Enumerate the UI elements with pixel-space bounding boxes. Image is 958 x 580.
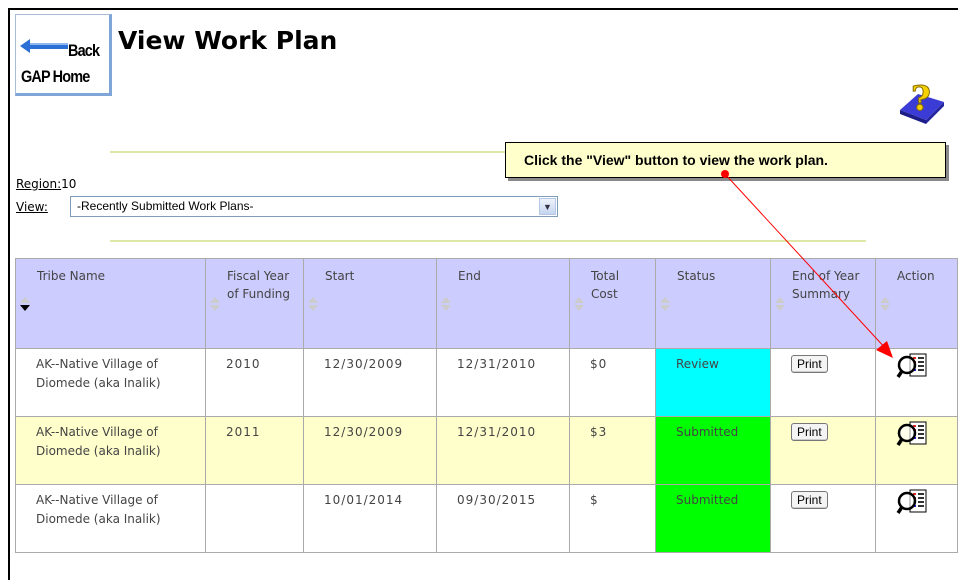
cell-fiscal-year: [205, 484, 304, 553]
cell-end-date: 09/30/2015: [436, 484, 570, 553]
column-tribe-name[interactable]: Tribe Name: [15, 258, 206, 349]
back-gap-home-button[interactable]: Back GAP Home: [15, 14, 112, 96]
svg-text:?: ?: [911, 80, 931, 119]
region-display: Region:10: [16, 177, 76, 191]
column-action[interactable]: Action: [875, 258, 958, 349]
gap-home-label: GAP Home: [21, 67, 90, 86]
column-fiscal-year[interactable]: Fiscal Year of Funding: [205, 258, 304, 349]
page-title: View Work Plan: [118, 26, 338, 55]
column-status[interactable]: Status: [655, 258, 771, 349]
column-end-of-year-summary[interactable]: End of Year Summary: [770, 258, 876, 349]
view-magnifier-icon[interactable]: [896, 421, 928, 449]
sort-icon[interactable]: [441, 297, 451, 311]
view-magnifier-icon[interactable]: [896, 353, 928, 381]
table-row: AK--Native Village of Diomede (aka Inali…: [15, 484, 958, 553]
region-value: 10: [61, 177, 77, 191]
cell-start-date: 12/30/2009: [303, 348, 437, 417]
cell-total-cost: $0: [569, 348, 656, 417]
print-button[interactable]: Print: [791, 491, 828, 509]
status-badge: Submitted: [655, 416, 771, 485]
cell-action: [875, 416, 958, 485]
back-arrow-icon: [20, 39, 68, 53]
cell-fiscal-year: 2010: [205, 348, 304, 417]
chevron-down-icon[interactable]: ▼: [539, 198, 556, 215]
instruction-callout: Click the "View" button to view the work…: [505, 142, 946, 178]
sort-icon[interactable]: [574, 297, 584, 311]
sort-icon[interactable]: [880, 297, 890, 311]
print-button[interactable]: Print: [791, 355, 828, 373]
cell-action: [875, 484, 958, 553]
cell-summary: Print: [770, 416, 876, 485]
sort-icon[interactable]: [20, 297, 30, 311]
column-end[interactable]: End: [436, 258, 570, 349]
column-total-cost[interactable]: Total Cost: [569, 258, 656, 349]
cell-start-date: 10/01/2014: [303, 484, 437, 553]
view-label[interactable]: View:: [16, 200, 48, 214]
table-header-row: Tribe Name Fiscal Year of Funding Start …: [15, 258, 958, 349]
view-dropdown-value: -Recently Submitted Work Plans-: [77, 199, 254, 213]
cell-tribe-name: AK--Native Village of Diomede (aka Inali…: [15, 416, 206, 485]
cell-end-date: 12/31/2010: [436, 348, 570, 417]
divider-bottom: [110, 240, 866, 242]
back-label: Back: [68, 41, 100, 60]
status-badge: Submitted: [655, 484, 771, 553]
cell-action: [875, 348, 958, 417]
cell-summary: Print: [770, 348, 876, 417]
column-start[interactable]: Start: [303, 258, 437, 349]
divider-top: [110, 151, 506, 153]
help-book-icon[interactable]: ?: [896, 80, 946, 124]
sort-icon[interactable]: [210, 297, 220, 311]
cell-summary: Print: [770, 484, 876, 553]
cell-end-date: 12/31/2010: [436, 416, 570, 485]
view-magnifier-icon[interactable]: [896, 489, 928, 517]
region-label[interactable]: Region:: [16, 177, 61, 191]
cell-total-cost: $: [569, 484, 656, 553]
cell-tribe-name: AK--Native Village of Diomede (aka Inali…: [15, 484, 206, 553]
view-dropdown[interactable]: -Recently Submitted Work Plans- ▼: [70, 196, 558, 217]
cell-tribe-name: AK--Native Village of Diomede (aka Inali…: [15, 348, 206, 417]
sort-icon[interactable]: [775, 297, 785, 311]
print-button[interactable]: Print: [791, 423, 828, 441]
table-row: AK--Native Village of Diomede (aka Inali…: [15, 416, 958, 485]
work-plan-table: Tribe Name Fiscal Year of Funding Start …: [15, 258, 958, 553]
table-row: AK--Native Village of Diomede (aka Inali…: [15, 348, 958, 417]
cell-start-date: 12/30/2009: [303, 416, 437, 485]
cell-total-cost: $3: [569, 416, 656, 485]
sort-icon[interactable]: [660, 297, 670, 311]
cell-fiscal-year: 2011: [205, 416, 304, 485]
status-badge: Review: [655, 348, 771, 417]
sort-icon[interactable]: [308, 297, 318, 311]
